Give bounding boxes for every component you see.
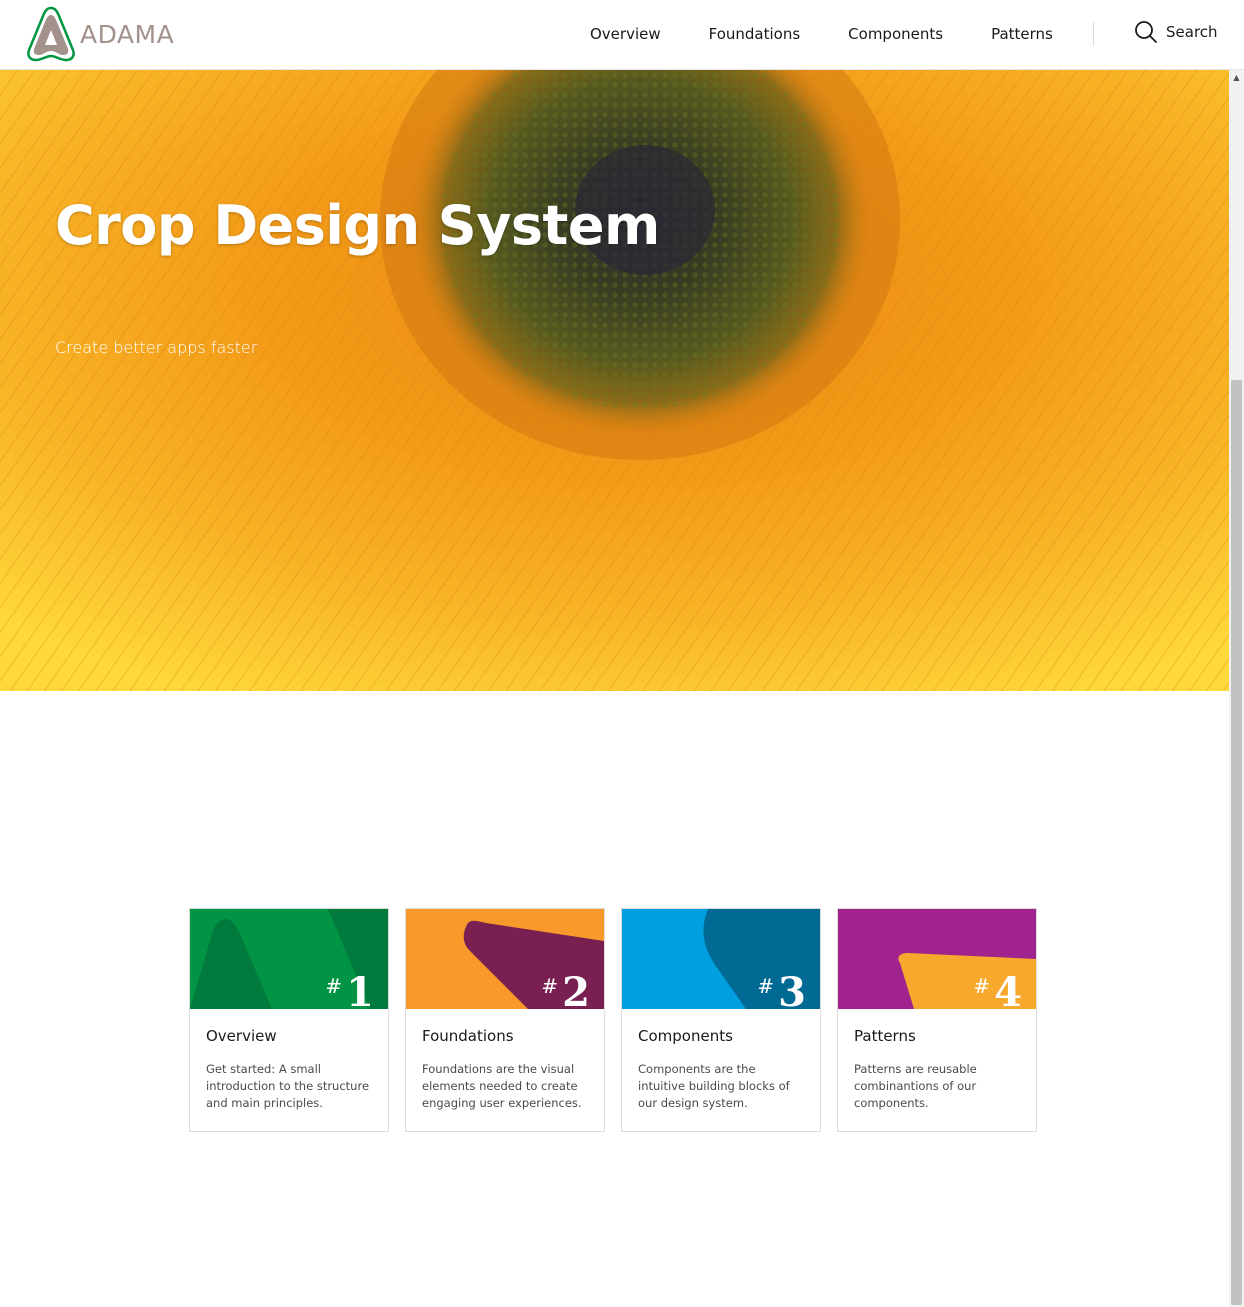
nav-item-foundations[interactable]: Foundations xyxy=(709,22,801,46)
hero-banner: Crop Design System Create better apps fa… xyxy=(0,70,1229,691)
card-description: Patterns are reusable combinantions of o… xyxy=(854,1062,977,1110)
adama-logo[interactable]: ADAMA xyxy=(26,6,174,62)
search-label: Search xyxy=(1166,23,1218,41)
card-number: #1 xyxy=(325,969,374,1010)
page-scrollbar[interactable]: ▲ xyxy=(1229,70,1244,1307)
nav-item-patterns[interactable]: Patterns xyxy=(991,22,1053,46)
card-number: #2 xyxy=(541,969,590,1010)
nav-divider xyxy=(1093,22,1094,46)
card-title: Foundations xyxy=(422,1027,514,1045)
card-description: Components are the intuitive building bl… xyxy=(638,1062,790,1110)
card-title: Overview xyxy=(206,1027,277,1045)
card-title: Patterns xyxy=(854,1027,916,1045)
card-foundations[interactable]: #2 Foundations Foundations are the visua… xyxy=(405,908,605,1132)
card-banner: #1 xyxy=(190,909,388,1009)
search-button[interactable]: Search xyxy=(1134,20,1218,44)
hero-subtitle: Create better apps faster xyxy=(55,338,258,357)
nav-item-overview[interactable]: Overview xyxy=(590,22,661,46)
card-components[interactable]: #3 Components Components are the intuiti… xyxy=(621,908,821,1132)
card-description: Get started: A small introduction to the… xyxy=(206,1062,370,1110)
card-number: #3 xyxy=(757,969,806,1010)
card-title: Components xyxy=(638,1027,733,1045)
card-number: #4 xyxy=(973,969,1022,1010)
card-overview[interactable]: #1 Overview Get started: A small introdu… xyxy=(189,908,389,1132)
scroll-thumb[interactable] xyxy=(1231,380,1242,1305)
search-icon xyxy=(1135,21,1157,43)
hero-title: Crop Design System xyxy=(55,194,660,257)
logo-text: ADAMA xyxy=(80,19,175,49)
top-header: ADAMA Overview Foundations Components Pa… xyxy=(0,0,1244,70)
card-patterns[interactable]: #4 Patterns Patterns are reusable combin… xyxy=(837,908,1037,1132)
sunflower-image xyxy=(0,70,1229,691)
card-description: Foundations are the visual elements need… xyxy=(422,1062,582,1110)
card-banner: #4 xyxy=(838,909,1036,1009)
card-banner: #2 xyxy=(406,909,604,1009)
card-banner: #3 xyxy=(622,909,820,1009)
nav-item-components[interactable]: Components xyxy=(848,22,943,46)
adama-logo-icon xyxy=(27,6,75,62)
scroll-up-arrow-icon[interactable]: ▲ xyxy=(1229,70,1244,85)
main-nav: Overview Foundations Components Patterns xyxy=(566,22,1077,46)
section-cards: #1 Overview Get started: A small introdu… xyxy=(189,908,1053,1132)
